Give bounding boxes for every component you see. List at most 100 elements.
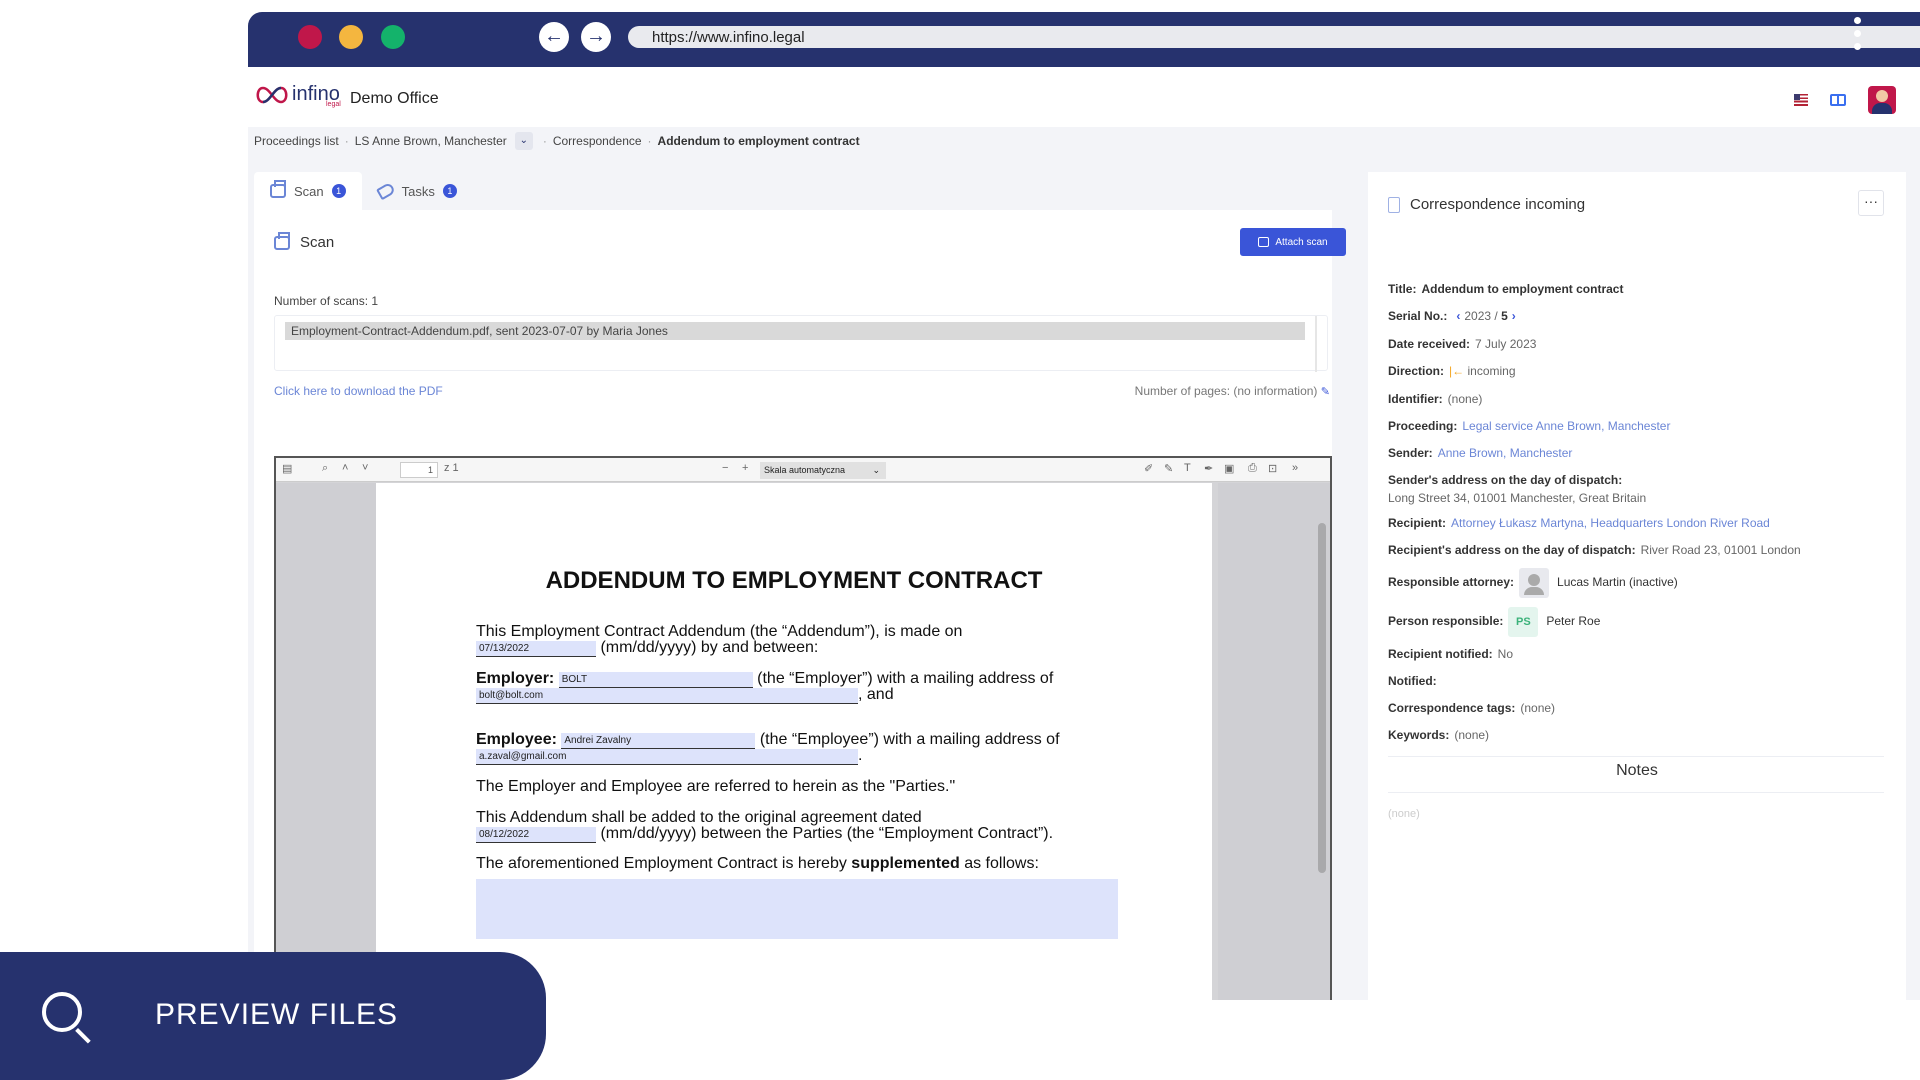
url-text: https://www.infino.legal [652, 29, 805, 46]
edit-icon[interactable]: ✎ [1321, 386, 1330, 398]
field-label: Responsible attorney: [1388, 575, 1515, 590]
maximize-window-button[interactable] [381, 25, 405, 49]
text-icon[interactable]: T [1184, 462, 1191, 474]
document-date-line: 07/13/2022 (mm/dd/yyyy) by and between: [476, 639, 818, 657]
chevron-down-icon[interactable]: ˅ [362, 462, 368, 474]
chevron-up-icon[interactable]: ˄ [342, 462, 348, 474]
forward-arrow-icon[interactable]: → [581, 22, 611, 52]
details-panel: Correspondence incoming ··· Title: Addend… [1368, 172, 1906, 1000]
breadcrumb-proceeding[interactable]: LS Anne Brown, Manchester [355, 134, 507, 148]
chevron-right-icon[interactable]: › [1512, 309, 1516, 323]
notes-heading: Notes [1616, 762, 1658, 779]
number-of-pages-text: Number of pages: (no information) [1134, 384, 1318, 398]
form-field-supplement[interactable] [476, 879, 1118, 939]
supplement-line: The aforementioned Employment Contract i… [476, 855, 1039, 873]
zoom-in-icon[interactable]: + [742, 462, 748, 474]
field-label: Person responsible: [1388, 614, 1504, 629]
header-actions [1794, 86, 1896, 114]
pdf-page: ADDENDUM TO EMPLOYMENT CONTRACT This Emp… [376, 483, 1212, 1000]
scan-file-item[interactable]: Employment-Contract-Addendum.pdf, sent 2… [285, 322, 1305, 340]
back-arrow-icon[interactable]: ← [539, 22, 569, 52]
breadcrumb-proceedings-list[interactable]: Proceedings list [254, 134, 339, 148]
proceeding-link[interactable]: Legal service Anne Brown, Manchester [1462, 419, 1670, 433]
form-field-employer-email[interactable]: bolt@bolt.com [476, 688, 858, 704]
field-recipient: Recipient: Attorney Łukasz Martyna, Headq… [1388, 516, 1770, 530]
form-field-original-date[interactable]: 08/12/2022 [476, 827, 596, 843]
form-field-employee-email[interactable]: a.zaval@gmail.com [476, 749, 858, 765]
field-direction: Direction: |← incoming [1388, 364, 1516, 378]
save-icon[interactable]: ⊡ [1268, 462, 1277, 475]
field-value: 7 July 2023 [1475, 337, 1537, 351]
breadcrumb-separator: · [647, 134, 652, 148]
search-icon[interactable]: ⌕ [322, 462, 328, 475]
breadcrumb: Proceedings list · LS Anne Brown, Manche… [254, 132, 860, 150]
document-text: (mm/dd/yyyy) between the Parties (the “E… [600, 825, 1054, 842]
incoming-arrow-icon: |← [1449, 364, 1465, 378]
document-text: (the “Employer”) with a mailing address … [757, 670, 1054, 687]
field-value: Peter Roe [1546, 614, 1601, 629]
employee-label: Employee: [476, 731, 557, 748]
field-value: River Road 23, 01001 London [1640, 543, 1801, 557]
details-heading: Correspondence incoming [1388, 196, 1585, 213]
document-text: (the “Employee”) with a mailing address … [759, 731, 1060, 748]
form-field-date[interactable]: 07/13/2022 [476, 641, 596, 657]
document-title: ADDENDUM TO EMPLOYMENT CONTRACT [545, 567, 1043, 594]
close-window-button[interactable] [298, 25, 322, 49]
browser-menu-icon[interactable] [1854, 17, 1862, 57]
download-pdf-link[interactable]: Click here to download the PDF [274, 384, 443, 398]
zoom-select[interactable]: Skala automatyczna ⌄ [760, 462, 886, 479]
field-value: Addendum to employment contract [1421, 282, 1624, 296]
employee-email-line: a.zaval@gmail.com. [476, 747, 862, 765]
field-proceeding: Proceeding: Legal service Anne Brown, Man… [1388, 419, 1670, 433]
more-options-button[interactable]: ··· [1858, 190, 1884, 216]
person-avatar: PS [1508, 607, 1539, 637]
pdf-scrollbar[interactable] [1318, 523, 1326, 873]
breadcrumb-correspondence[interactable]: Correspondence [553, 134, 642, 148]
document-text: (mm/dd/yyyy) by and between: [600, 639, 819, 656]
field-label: Sender: [1388, 446, 1433, 460]
tab-tasks-count: 1 [442, 184, 457, 198]
page-number-input[interactable]: 1 [400, 462, 438, 478]
minimize-window-button[interactable] [339, 25, 363, 49]
user-avatar[interactable] [1868, 86, 1896, 114]
print-icon[interactable]: ⎙ [1248, 462, 1257, 475]
field-label: Recipient: [1388, 516, 1447, 530]
serial-number: 5 [1501, 309, 1508, 323]
field-sender: Sender: Anne Brown, Manchester [1388, 446, 1572, 460]
field-sender-address: Sender's address on the day of dispatch:… [1388, 473, 1646, 505]
field-responsible-attorney: Responsible attorney: Lucas Martin (inact… [1388, 568, 1678, 598]
chevron-left-icon[interactable]: ‹ [1456, 309, 1460, 323]
zoom-out-icon[interactable]: − [722, 462, 728, 474]
field-value: incoming [1467, 364, 1516, 378]
image-icon[interactable]: ▣ [1224, 462, 1234, 475]
field-label: Sender's address on the day of dispatch: [1388, 473, 1623, 487]
address-bar[interactable]: https://www.infino.legal ⌕ [628, 26, 1920, 48]
us-flag-icon[interactable] [1794, 94, 1808, 106]
attach-icon [1258, 237, 1270, 247]
infino-logo[interactable]: infino legal [254, 83, 341, 108]
scrollbar[interactable] [1315, 316, 1317, 372]
field-identifier: Identifier: (none) [1388, 392, 1482, 406]
highlight-icon[interactable]: ✐ [1144, 462, 1153, 475]
app-header: infino legal Demo Office [248, 67, 1920, 127]
recipient-link[interactable]: Attorney Łukasz Martyna, Headquarters Lo… [1451, 516, 1770, 530]
scan-file-list: Employment-Contract-Addendum.pdf, sent 2… [274, 315, 1328, 372]
parties-line: The Employer and Employee are referred t… [476, 778, 956, 795]
more-tools-icon[interactable]: » [1292, 462, 1298, 474]
book-icon[interactable] [1830, 94, 1846, 106]
tab-tasks[interactable]: Tasks 1 [362, 172, 473, 210]
field-value: No [1497, 647, 1514, 661]
preview-files-banner[interactable]: PREVIEW FILES [0, 952, 546, 1080]
sender-link[interactable]: Anne Brown, Manchester [1438, 446, 1573, 460]
field-serial: Serial No.: ‹ 2023 / 5 › [1388, 309, 1520, 323]
pdf-gutter-right [1218, 483, 1330, 1000]
sidebar-toggle-icon[interactable]: ▤ [282, 462, 292, 475]
attach-scan-button[interactable]: Attach scan [1240, 228, 1346, 256]
employer-label: Employer: [476, 670, 555, 687]
tab-scan[interactable]: Scan 1 [254, 172, 362, 210]
field-label: Recipient notified: [1388, 647, 1493, 661]
draw-icon[interactable]: ✎ [1164, 462, 1173, 475]
chevron-down-icon[interactable]: ⌄ [514, 132, 533, 150]
office-name: Demo Office [350, 90, 439, 107]
ink-icon[interactable]: ✒ [1204, 462, 1213, 475]
